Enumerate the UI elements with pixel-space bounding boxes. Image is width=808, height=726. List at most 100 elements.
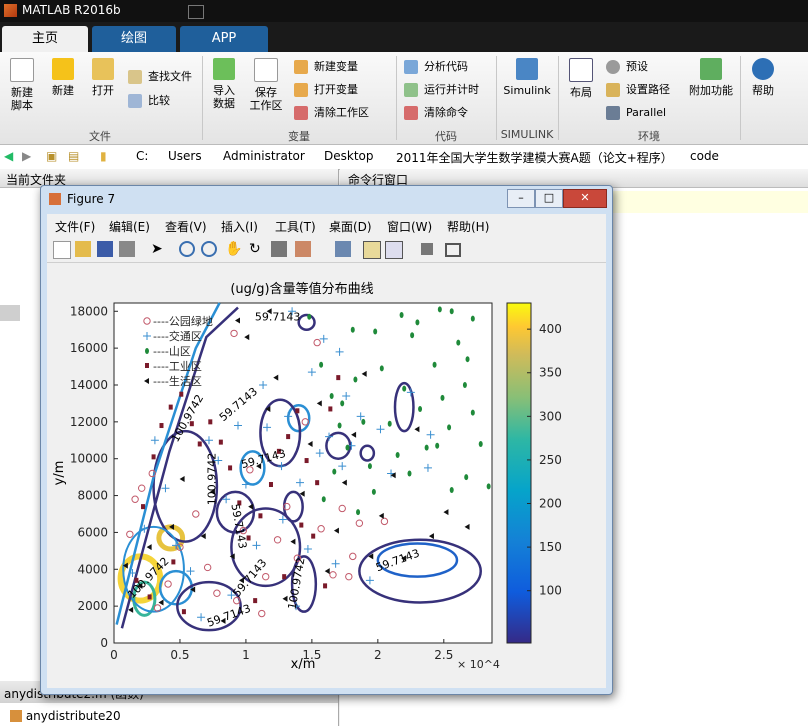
browse-folder-icon[interactable]: ▤ [68,149,79,163]
add-ons-icon [700,58,722,80]
breadcrumb-drive[interactable]: C: [136,149,148,163]
save-icon[interactable] [97,241,113,257]
dock-figure-icon[interactable] [445,243,461,257]
new-label: 新建 [52,84,74,97]
legend-label: ----山区 [153,345,191,358]
analyze-code-button[interactable]: 分析代码 [404,58,468,76]
tab-home[interactable]: 主页 [2,26,88,52]
colorbar-tick-label: 200 [539,497,562,511]
tab-apps[interactable]: APP [180,26,268,52]
tab-plots[interactable]: 绘图 [92,26,176,52]
menu-window[interactable]: 窗口(W) [387,218,432,235]
open-file-icon[interactable] [75,241,91,257]
help-label: 帮助 [752,84,774,97]
marker-industrial [147,594,152,600]
marker-industrial [151,454,156,460]
open-button[interactable]: 打开 [86,58,120,97]
menu-view[interactable]: 查看(V) [165,218,207,235]
zoom-in-icon[interactable] [179,241,195,257]
close-button[interactable]: ✕ [563,189,607,208]
legend-label: ----交通区 [153,329,202,343]
data-cursor-icon[interactable] [271,241,287,257]
save-workspace-icon [254,58,278,82]
save-workspace-button[interactable]: 保存 工作区 [246,58,286,112]
marker-industrial [181,609,186,615]
maximize-button[interactable]: □ [535,189,563,208]
colorbar-ticks: 100 150 200 250 300 350 400 [527,322,562,598]
link-plot-icon[interactable] [335,241,351,257]
menu-help[interactable]: 帮助(H) [447,218,489,235]
marker-industrial [197,441,202,447]
marker-industrial [168,404,173,410]
menu-desktop[interactable]: 桌面(D) [329,218,372,235]
minimize-button[interactable]: – [507,189,535,208]
compare-button[interactable]: 比较 [128,92,170,110]
zoom-out-icon[interactable] [201,241,217,257]
colorbar-tick-label: 150 [539,540,562,554]
open-variable-button[interactable]: 打开变量 [294,81,358,99]
pointer-icon[interactable]: ➤ [151,241,167,257]
marker-mountain [371,488,376,495]
menu-file[interactable]: 文件(F) [55,218,95,235]
compare-label: 比较 [148,94,170,107]
preferences-button[interactable]: 预设 [606,58,648,76]
up-folder-icon[interactable]: ▣ [46,149,57,163]
new-script-button[interactable]: 新建 脚本 [4,58,40,112]
clear-commands-button[interactable]: 清除命令 [404,104,468,122]
marker-mountain [387,420,392,427]
new-figure-icon[interactable] [53,241,71,259]
colorbar-toggle-icon[interactable] [363,241,381,259]
add-ons-button[interactable]: 附加功能 [686,58,736,97]
marker-mountain [399,311,404,318]
legend-toggle-icon[interactable] [385,241,403,259]
new-button[interactable]: 新建 [46,58,80,97]
clear-workspace-button[interactable]: 清除工作区 [294,104,369,122]
address-bar[interactable]: ◀ ▶ ▣ ▤ ▮ C: Users Administrator Desktop… [0,145,808,170]
breadcrumb-administrator[interactable]: Administrator [223,149,305,163]
set-path-icon [606,83,620,97]
menu-tools[interactable]: 工具(T) [275,218,316,235]
window-control-icon[interactable] [188,5,204,19]
new-variable-button[interactable]: 新建变量 [294,58,358,76]
brush-icon[interactable] [295,241,311,257]
marker-industrial [228,465,233,471]
figure-titlebar[interactable]: Figure 7 – □ ✕ [41,186,612,212]
simulink-button[interactable]: Simulink [502,58,552,97]
marker-mountain [449,308,454,315]
plus-icon [52,58,74,80]
file-row-selected[interactable] [0,305,20,321]
marker-industrial [323,583,328,589]
hide-tools-icon[interactable] [421,243,433,255]
breadcrumb-desktop[interactable]: Desktop [324,149,374,163]
marker-mountain [340,400,345,407]
rotate-3d-icon[interactable]: ↻ [249,241,265,257]
marker-mountain [307,313,312,320]
menu-insert[interactable]: 插入(I) [221,218,258,235]
contour-plot[interactable]: (ug/g)含量等值分布曲线 59.714359.714359.714359.7… [47,263,606,688]
y-tick-label: 8000 [77,489,108,503]
marker-mountain [367,463,372,470]
find-files-label: 查找文件 [148,70,192,83]
forward-arrow-icon[interactable]: ▶ [22,149,31,163]
find-files-button[interactable]: 查找文件 [128,68,192,86]
help-button[interactable]: 帮助 [746,58,780,97]
layout-button[interactable]: 布局 [564,58,598,99]
print-icon[interactable] [119,241,135,257]
marker-mountain [462,381,467,388]
preferences-label: 预设 [626,60,648,73]
import-data-button[interactable]: 导入 数据 [208,58,240,110]
breadcrumb-code[interactable]: code [690,149,719,163]
menu-edit[interactable]: 编辑(E) [109,218,150,235]
pan-hand-icon[interactable]: ✋ [225,241,242,257]
breadcrumb-users[interactable]: Users [168,149,202,163]
back-arrow-icon[interactable]: ◀ [4,149,13,163]
marker-mountain [449,487,454,494]
divider [396,56,397,140]
figure-title: Figure 7 [67,192,116,206]
run-and-time-button[interactable]: 运行并计时 [404,81,479,99]
parallel-button[interactable]: Parallel [606,104,666,122]
set-path-button[interactable]: 设置路径 [606,81,670,99]
y-tick-label: 12000 [70,415,108,429]
import-arrow-icon [213,58,235,80]
breadcrumb-project[interactable]: 2011年全国大学生数学建模大赛A题（论文+程序） [396,149,673,166]
